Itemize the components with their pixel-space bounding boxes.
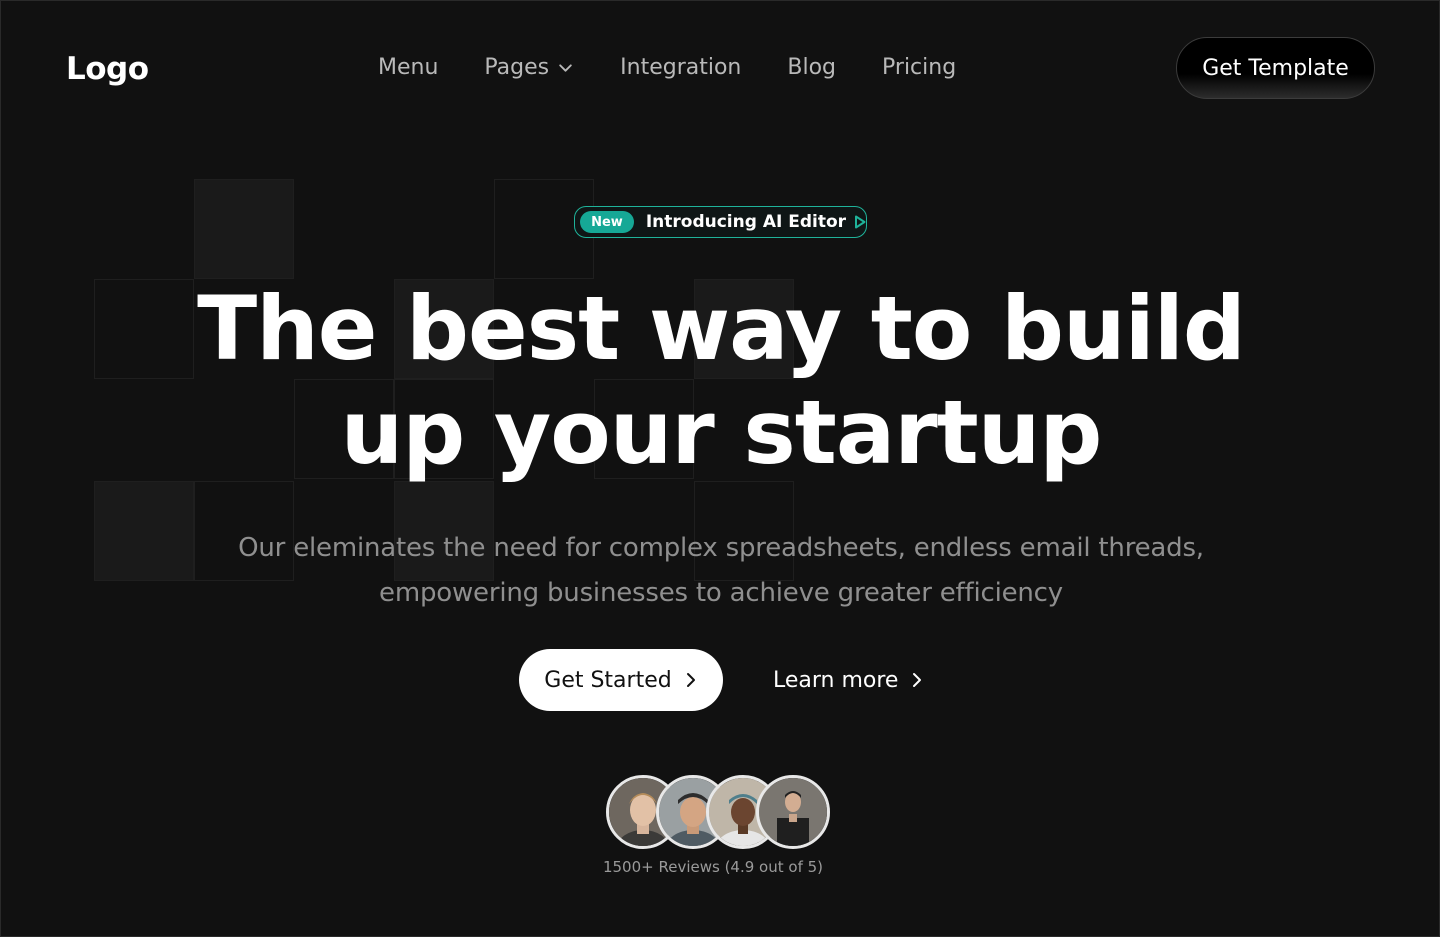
- nav-item-pages[interactable]: Pages: [484, 55, 574, 80]
- avatar: [756, 775, 830, 849]
- get-started-button[interactable]: Get Started: [519, 649, 723, 711]
- avatar-stack: [606, 775, 830, 849]
- main-nav: Menu Pages Integration Blog Pricing: [378, 55, 956, 80]
- button-label: Get Started: [544, 667, 672, 693]
- headline-line: The best way to build: [197, 277, 1246, 380]
- new-tag: New: [580, 211, 634, 233]
- announcement-badge[interactable]: New Introducing AI Editor: [574, 206, 867, 238]
- nav-item-pricing[interactable]: Pricing: [882, 55, 956, 80]
- subtitle-line: Our eleminates the need for complex spre…: [238, 533, 1204, 563]
- nav-item-menu[interactable]: Menu: [378, 55, 438, 80]
- landing-page: Logo Menu Pages Integration Blog Pricing…: [0, 0, 1440, 937]
- subtitle-line: empowering businesses to achieve greater…: [379, 578, 1063, 608]
- hero-subtitle: Our eleminates the need for complex spre…: [1, 526, 1440, 616]
- learn-more-link[interactable]: Learn more: [773, 649, 924, 711]
- person-avatar-4-icon: [759, 778, 827, 846]
- grid-square: [194, 179, 294, 279]
- get-template-button[interactable]: Get Template: [1176, 37, 1375, 99]
- badge-text: Introducing AI Editor: [645, 212, 847, 232]
- chevron-down-icon: [559, 64, 572, 72]
- chevron-right-icon: [686, 673, 695, 687]
- reviews-text: 1500+ Reviews (4.9 out of 5): [602, 858, 824, 876]
- nav-label: Pages: [484, 55, 550, 80]
- nav-label: Pricing: [882, 55, 957, 80]
- nav-label: Integration: [620, 55, 742, 80]
- logo[interactable]: Logo: [66, 51, 149, 87]
- nav-item-blog[interactable]: Blog: [787, 55, 836, 80]
- link-label: Learn more: [773, 667, 899, 693]
- nav-item-integration[interactable]: Integration: [620, 55, 741, 80]
- chevron-right-icon: [913, 673, 922, 687]
- headline-line: up your startup: [340, 381, 1103, 484]
- nav-label: Menu: [378, 55, 439, 80]
- play-icon: [855, 215, 866, 229]
- hero-headline: The best way to build up your startup: [1, 277, 1440, 485]
- nav-label: Blog: [787, 55, 837, 80]
